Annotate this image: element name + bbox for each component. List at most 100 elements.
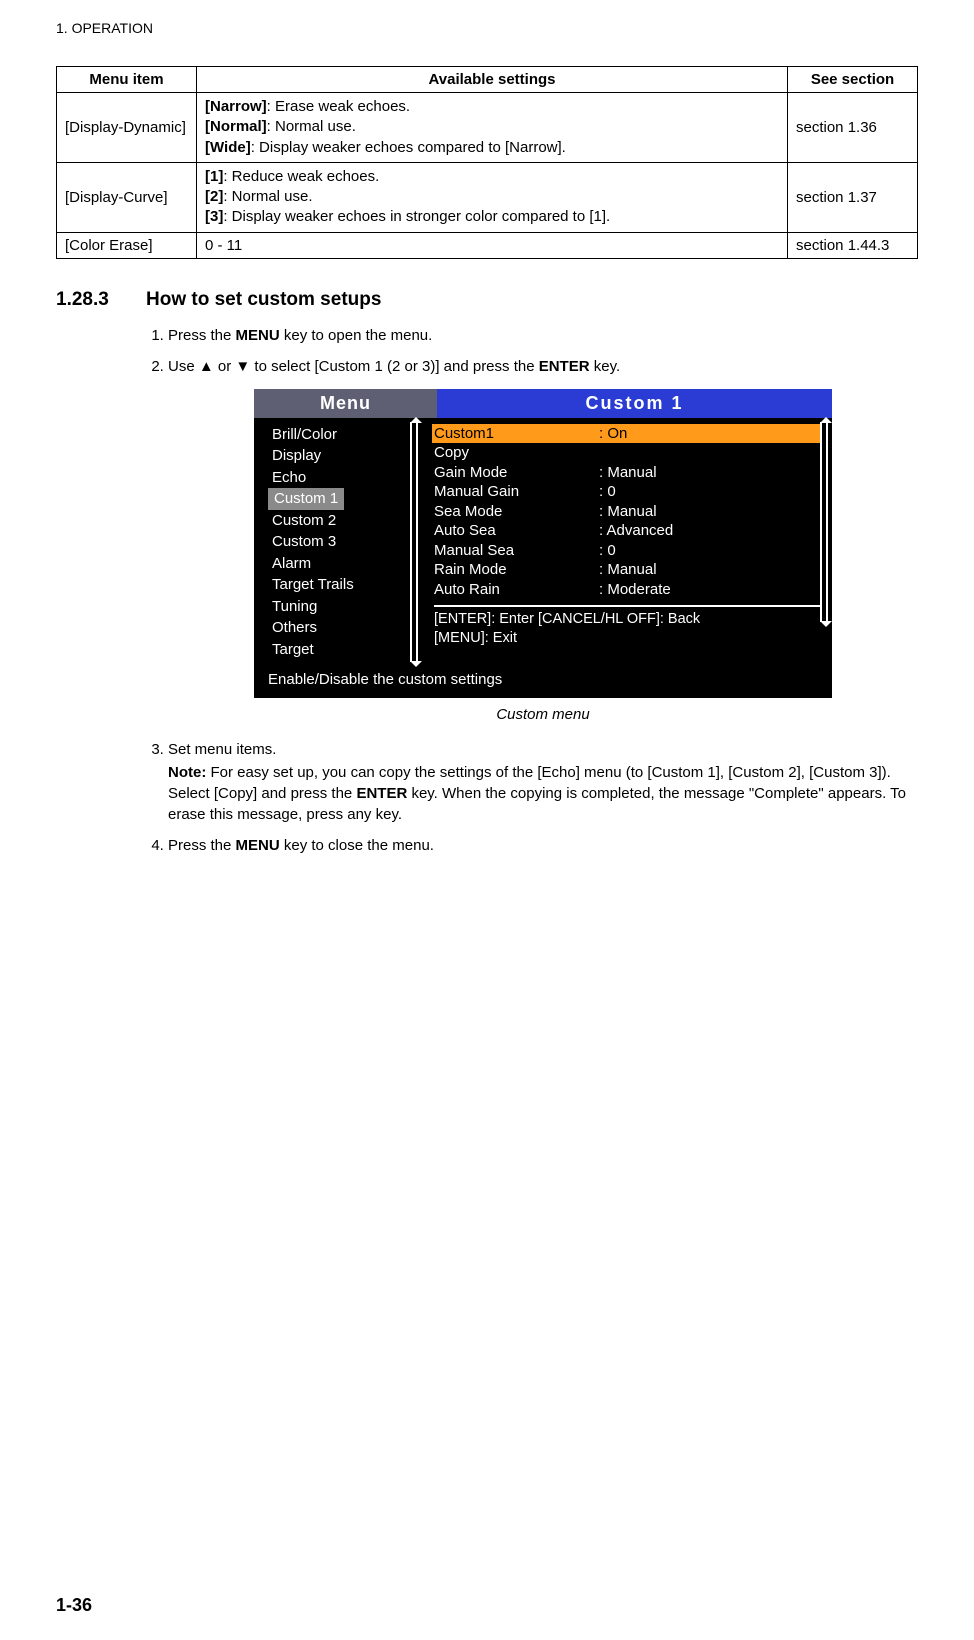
setting-desc: : Reduce weak echoes. <box>223 168 379 185</box>
hint-enter: [ENTER]: Enter <box>434 611 534 627</box>
cell-settings: [1]: Reduce weak echoes. [2]: Normal use… <box>197 162 788 232</box>
chapter-header: 1. OPERATION <box>56 20 918 36</box>
hint-cancel: [CANCEL/HL OFF]: Back <box>538 611 700 627</box>
menu-row[interactable]: Manual Gain: 0 <box>434 482 820 502</box>
row-label: Custom1 <box>434 424 599 444</box>
text: Press the <box>168 837 236 854</box>
menu-title-left: Menu <box>254 389 437 418</box>
down-arrow-icon: ▼ <box>235 358 250 375</box>
step-3: Set menu items. Note: For easy set up, y… <box>168 739 918 825</box>
menu-item-selected[interactable]: Custom 1 <box>268 488 344 510</box>
section-title: How to set custom setups <box>146 289 381 310</box>
row-value: : 0 <box>599 482 616 502</box>
setting-desc: : Display weaker echoes compared to [Nar… <box>251 139 566 156</box>
row-value: : Advanced <box>599 521 673 541</box>
setting-key: [Narrow] <box>205 98 267 115</box>
row-value: : Manual <box>599 502 657 522</box>
step-1: Press the MENU key to open the menu. <box>168 325 918 346</box>
settings-table: Menu item Available settings See section… <box>56 66 918 259</box>
cell-menu: [Color Erase] <box>57 232 197 258</box>
figure-caption: Custom menu <box>168 704 918 725</box>
cell-see: section 1.36 <box>788 93 918 163</box>
text: or <box>214 358 236 375</box>
step-4: Press the MENU key to close the menu. <box>168 835 918 856</box>
row-label: Auto Rain <box>434 580 599 600</box>
cell-settings: 0 - 11 <box>197 232 788 258</box>
setting-desc: : Normal use. <box>267 118 356 135</box>
text: key to open the menu. <box>280 327 433 344</box>
section-number: 1.28.3 <box>56 289 146 311</box>
row-value: : Manual <box>599 560 657 580</box>
scrollbar-icon[interactable] <box>820 422 828 623</box>
menu-hints: [ENTER]: Enter [CANCEL/HL OFF]: Back [ME… <box>434 605 820 654</box>
setting-key: [2] <box>205 188 223 205</box>
menu-left-column: Brill/Color Display Echo Custom 1 Custom… <box>254 418 422 667</box>
menu-row-selected[interactable]: Custom1 : On <box>432 424 820 444</box>
row-label: Manual Sea <box>434 541 599 561</box>
setting-desc: : Erase weak echoes. <box>267 98 410 115</box>
menu-titlebar: Menu Custom 1 <box>254 389 832 418</box>
table-row: [Display-Curve] [1]: Reduce weak echoes.… <box>57 162 918 232</box>
setting-key: [1] <box>205 168 223 185</box>
cell-see: section 1.37 <box>788 162 918 232</box>
row-label: Sea Mode <box>434 502 599 522</box>
menu-row[interactable]: Manual Sea: 0 <box>434 541 820 561</box>
menu-row[interactable]: Gain Mode: Manual <box>434 463 820 483</box>
note-label: Note: <box>168 764 206 781</box>
text: Set menu items. <box>168 741 276 758</box>
row-label: Manual Gain <box>434 482 599 502</box>
th-see: See section <box>788 67 918 93</box>
menu-item[interactable]: Custom 2 <box>268 510 420 532</box>
setting-key: [3] <box>205 208 223 225</box>
menu-right-column: Custom1 : On Copy Gain Mode: Manual Manu… <box>422 418 832 667</box>
menu-item[interactable]: Brill/Color <box>268 424 420 446</box>
menu-figure: Menu Custom 1 Brill/Color Display Echo C… <box>254 389 832 698</box>
menu-row[interactable]: Sea Mode: Manual <box>434 502 820 522</box>
menu-row[interactable]: Copy <box>434 443 820 463</box>
key-name: ENTER <box>539 358 590 375</box>
setting-desc: : Normal use. <box>223 188 312 205</box>
row-label: Auto Sea <box>434 521 599 541</box>
menu-item[interactable]: Display <box>268 445 420 467</box>
cell-menu: [Display-Curve] <box>57 162 197 232</box>
row-label: Copy <box>434 443 599 463</box>
setting-key: [Wide] <box>205 139 251 156</box>
row-label: Gain Mode <box>434 463 599 483</box>
menu-item[interactable]: Others <box>268 617 420 639</box>
menu-item[interactable]: Echo <box>268 467 420 489</box>
row-label: Rain Mode <box>434 560 599 580</box>
row-value: : Manual <box>599 463 657 483</box>
row-value: : 0 <box>599 541 616 561</box>
menu-row[interactable]: Auto Sea: Advanced <box>434 521 820 541</box>
menu-item[interactable]: Target Trails <box>268 574 420 596</box>
text: to select [Custom 1 (2 or 3)] and press … <box>250 358 538 375</box>
menu-title-right: Custom 1 <box>437 389 832 418</box>
steps-list: Press the MENU key to open the menu. Use… <box>146 325 918 856</box>
menu-item[interactable]: Tuning <box>268 596 420 618</box>
row-value: : On <box>599 424 627 444</box>
table-row: [Color Erase] 0 - 11 section 1.44.3 <box>57 232 918 258</box>
section-heading: 1.28.3How to set custom setups <box>56 289 918 311</box>
th-menu: Menu item <box>57 67 197 93</box>
cell-see: section 1.44.3 <box>788 232 918 258</box>
scrollbar-icon[interactable] <box>410 422 418 663</box>
text: key to close the menu. <box>280 837 434 854</box>
menu-row[interactable]: Rain Mode: Manual <box>434 560 820 580</box>
menu-item[interactable]: Custom 3 <box>268 531 420 553</box>
text: Press the <box>168 327 236 344</box>
page-number: 1-36 <box>56 1595 92 1616</box>
cell-settings: [Narrow]: Erase weak echoes. [Normal]: N… <box>197 93 788 163</box>
menu-item[interactable]: Target <box>268 639 420 661</box>
text: Use <box>168 358 199 375</box>
menu-helpbar: Enable/Disable the custom settings <box>254 666 832 698</box>
row-value: : Moderate <box>599 580 671 600</box>
setting-desc: : Display weaker echoes in stronger colo… <box>223 208 610 225</box>
key-name: ENTER <box>356 785 407 802</box>
cell-menu: [Display-Dynamic] <box>57 93 197 163</box>
up-arrow-icon: ▲ <box>199 358 214 375</box>
menu-screenshot: Menu Custom 1 Brill/Color Display Echo C… <box>254 389 832 698</box>
table-row: [Display-Dynamic] [Narrow]: Erase weak e… <box>57 93 918 163</box>
th-available: Available settings <box>197 67 788 93</box>
menu-item[interactable]: Alarm <box>268 553 420 575</box>
menu-row[interactable]: Auto Rain: Moderate <box>434 580 820 600</box>
